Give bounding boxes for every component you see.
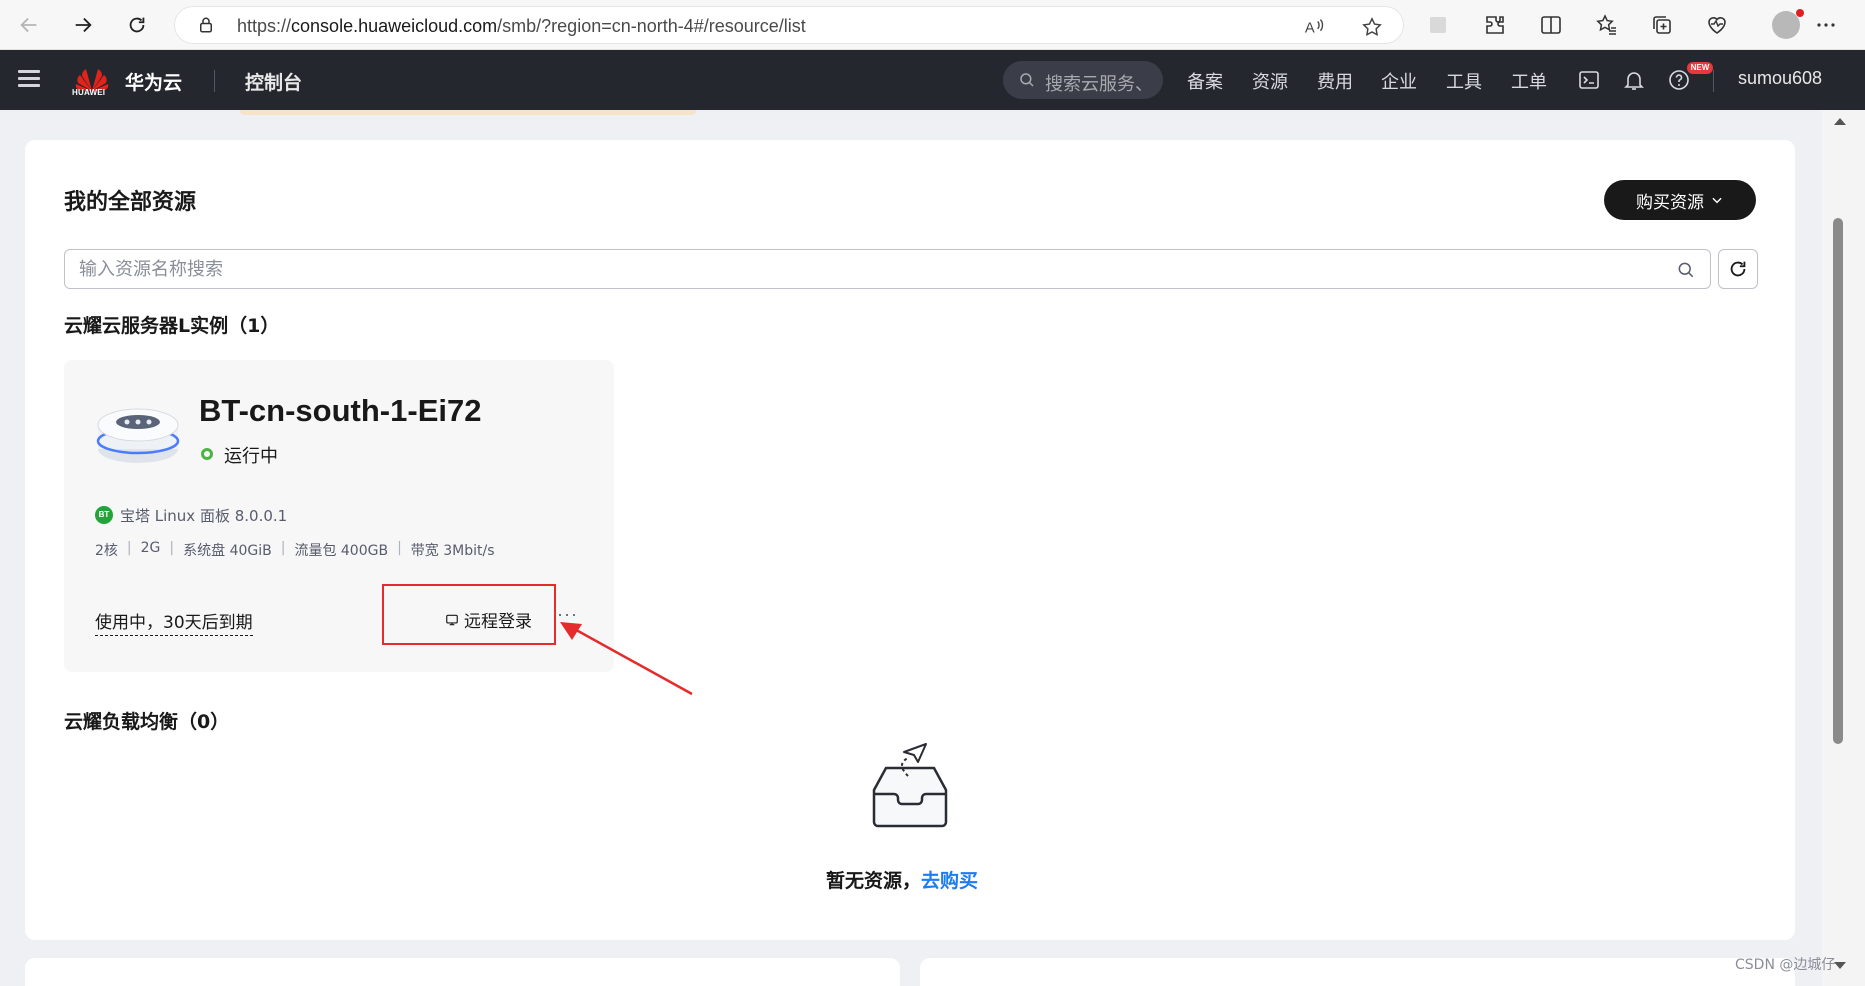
section-title-ecs: 云耀云服务器L实例（1）: [64, 315, 280, 337]
address-bar[interactable]: https://console.huaweicloud.com/smb/?reg…: [174, 6, 1404, 44]
favorites-button[interactable]: [1594, 12, 1620, 38]
nav-billing[interactable]: 费用: [1317, 68, 1353, 94]
nav-enterprise[interactable]: 企业: [1381, 68, 1417, 94]
annotation-arrow-icon: [560, 622, 693, 696]
empty-text: 暂无资源，: [826, 870, 922, 892]
read-aloud-icon[interactable]: A: [1303, 16, 1325, 38]
app-icon[interactable]: [1425, 12, 1451, 38]
notifications-button[interactable]: [1622, 68, 1646, 92]
page-title: 我的全部资源: [64, 190, 197, 215]
bottom-card-right: [920, 958, 1795, 986]
service-search[interactable]: 搜索云服务、: [1003, 61, 1163, 99]
arrow-left-icon: [20, 17, 37, 33]
favorites-icon: [1596, 14, 1616, 35]
header-divider: [214, 70, 215, 92]
collections-icon: [1653, 16, 1671, 34]
header-divider-2: [1713, 70, 1714, 92]
instance-status: 运行中: [224, 446, 278, 467]
console-header: HUAWEI 华为云 控制台 搜索云服务、 备案 资源 费用 企业 工具 工单: [0, 50, 1865, 110]
search-icon: [1020, 73, 1034, 87]
nav-beian[interactable]: 备案: [1187, 68, 1223, 94]
performance-button[interactable]: [1704, 12, 1730, 38]
spec-disk: 系统盘 40GiB: [183, 543, 272, 559]
puzzle-icon: [1486, 16, 1504, 34]
nav-resources[interactable]: 资源: [1252, 68, 1288, 94]
heart-pulse-icon: [1708, 17, 1726, 34]
buy-resources-button[interactable]: 购买资源: [1604, 180, 1756, 220]
instance-specs: 2核 | 2G | 系统盘 40GiB | 流量包 400GB | 带宽 3Mbit/s: [95, 540, 495, 559]
svg-text:A: A: [1305, 21, 1315, 37]
app-grid-icon: [1430, 17, 1446, 33]
cloud-shell-button[interactable]: [1577, 68, 1601, 92]
server-illustration-icon: [96, 408, 180, 463]
spec-cpu: 2核: [95, 543, 118, 559]
logo-text: HUAWEI: [72, 88, 106, 97]
lock-icon: [200, 17, 212, 33]
profile-avatar[interactable]: [1772, 9, 1804, 39]
brand-name[interactable]: 华为云: [125, 68, 182, 95]
search-icon[interactable]: [1676, 260, 1696, 280]
spec-bandwidth: 带宽 3Mbit/s: [410, 543, 495, 559]
arrow-right-icon: [75, 17, 92, 33]
empty-inbox-icon: [872, 743, 948, 828]
url-text: https://console.huaweicloud.com/smb/?reg…: [237, 16, 806, 36]
service-search-placeholder: 搜索云服务、: [1045, 74, 1153, 95]
chevron-down-icon: [1712, 197, 1722, 204]
spec-traffic: 流量包 400GB: [294, 543, 389, 559]
bell-icon: [1624, 72, 1644, 90]
instance-image: 宝塔 Linux 面板 8.0.0.1: [120, 507, 288, 525]
resource-search-input[interactable]: [79, 258, 1639, 280]
annotation-highlight-box: [382, 584, 556, 645]
extensions-button[interactable]: [1482, 12, 1508, 38]
bt-panel-icon: BT: [95, 506, 113, 524]
resource-search[interactable]: [64, 249, 1711, 289]
nav-tools[interactable]: 工具: [1446, 68, 1482, 94]
scroll-down-arrow-icon[interactable]: [1834, 962, 1846, 969]
reload-button[interactable]: [120, 9, 154, 41]
scroll-up-arrow-icon[interactable]: [1834, 118, 1846, 125]
reload-icon: [129, 17, 145, 33]
forward-button[interactable]: [66, 9, 100, 41]
split-screen-button[interactable]: [1538, 12, 1564, 38]
terminal-icon: [1579, 71, 1599, 89]
collections-button[interactable]: [1649, 12, 1675, 38]
refresh-button[interactable]: [1718, 249, 1758, 289]
go-buy-link[interactable]: 去购买: [921, 870, 978, 892]
more-horizontal-icon: [1817, 23, 1835, 27]
bottom-card-left: [25, 958, 900, 986]
page-scrollbar[interactable]: [1822, 110, 1865, 986]
scroll-thumb[interactable]: [1833, 218, 1843, 744]
star-icon[interactable]: [1361, 16, 1383, 38]
status-running-icon: [201, 448, 213, 460]
watermark: CSDN @边城仔: [1735, 957, 1836, 973]
buy-resources-label: 购买资源: [1636, 192, 1704, 213]
back-button[interactable]: [12, 9, 46, 41]
notice-strip: [240, 110, 696, 115]
menu-icon[interactable]: [18, 66, 42, 94]
expire-status[interactable]: 使用中，30天后到期: [95, 608, 253, 636]
instance-name[interactable]: BT-cn-south-1-Ei72: [199, 393, 481, 429]
split-screen-icon: [1541, 16, 1561, 34]
spec-memory: 2G: [140, 540, 161, 556]
nav-tickets[interactable]: 工单: [1511, 68, 1547, 94]
refresh-icon: [1730, 261, 1746, 277]
browser-toolbar: https://console.huaweicloud.com/smb/?reg…: [0, 0, 1865, 50]
section-title-elb: 云耀负载均衡（0）: [64, 711, 230, 733]
console-title[interactable]: 控制台: [245, 68, 302, 95]
browser-menu-button[interactable]: [1813, 12, 1839, 38]
empty-state-message: 暂无资源，去购买: [826, 866, 978, 893]
username-menu[interactable]: sumou608: [1738, 68, 1822, 89]
new-badge: NEW: [1687, 62, 1713, 74]
